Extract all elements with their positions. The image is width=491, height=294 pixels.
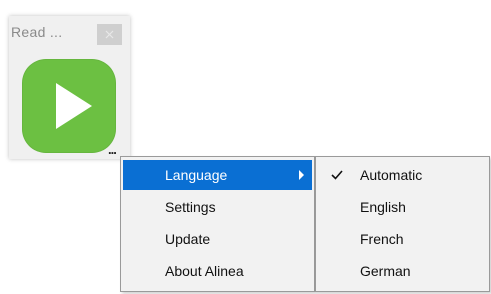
menu-item-about-alinea[interactable]: About Alinea xyxy=(123,256,312,286)
read-widget: Read ... ... xyxy=(9,16,130,159)
submenu-item-automatic[interactable]: Automatic xyxy=(318,160,487,190)
widget-title: Read ... xyxy=(11,24,63,40)
menu-item-update[interactable]: Update xyxy=(123,224,312,254)
submenu-item-label: Automatic xyxy=(360,167,423,183)
menu-item-label: Settings xyxy=(165,199,216,215)
play-button[interactable] xyxy=(22,59,116,153)
submenu-item-english[interactable]: English xyxy=(318,192,487,222)
language-submenu: Automatic English French German xyxy=(315,156,490,292)
menu-item-label: About Alinea xyxy=(165,263,244,279)
more-options-button[interactable]: ... xyxy=(108,143,117,156)
close-icon xyxy=(105,30,114,39)
menu-item-label: Update xyxy=(165,231,211,247)
menu-item-label: Language xyxy=(165,167,228,183)
submenu-item-label: French xyxy=(360,231,404,247)
submenu-arrow-icon xyxy=(299,170,304,180)
menu-item-settings[interactable]: Settings xyxy=(123,192,312,222)
submenu-item-german[interactable]: German xyxy=(318,256,487,286)
context-menu: Language Settings Update About Alinea xyxy=(120,156,315,292)
submenu-item-label: German xyxy=(360,263,411,279)
submenu-item-label: English xyxy=(360,199,406,215)
checkmark-icon xyxy=(331,170,343,180)
menu-item-language[interactable]: Language xyxy=(123,160,312,190)
submenu-item-french[interactable]: French xyxy=(318,224,487,254)
play-icon xyxy=(56,83,92,129)
close-button[interactable] xyxy=(97,24,122,45)
